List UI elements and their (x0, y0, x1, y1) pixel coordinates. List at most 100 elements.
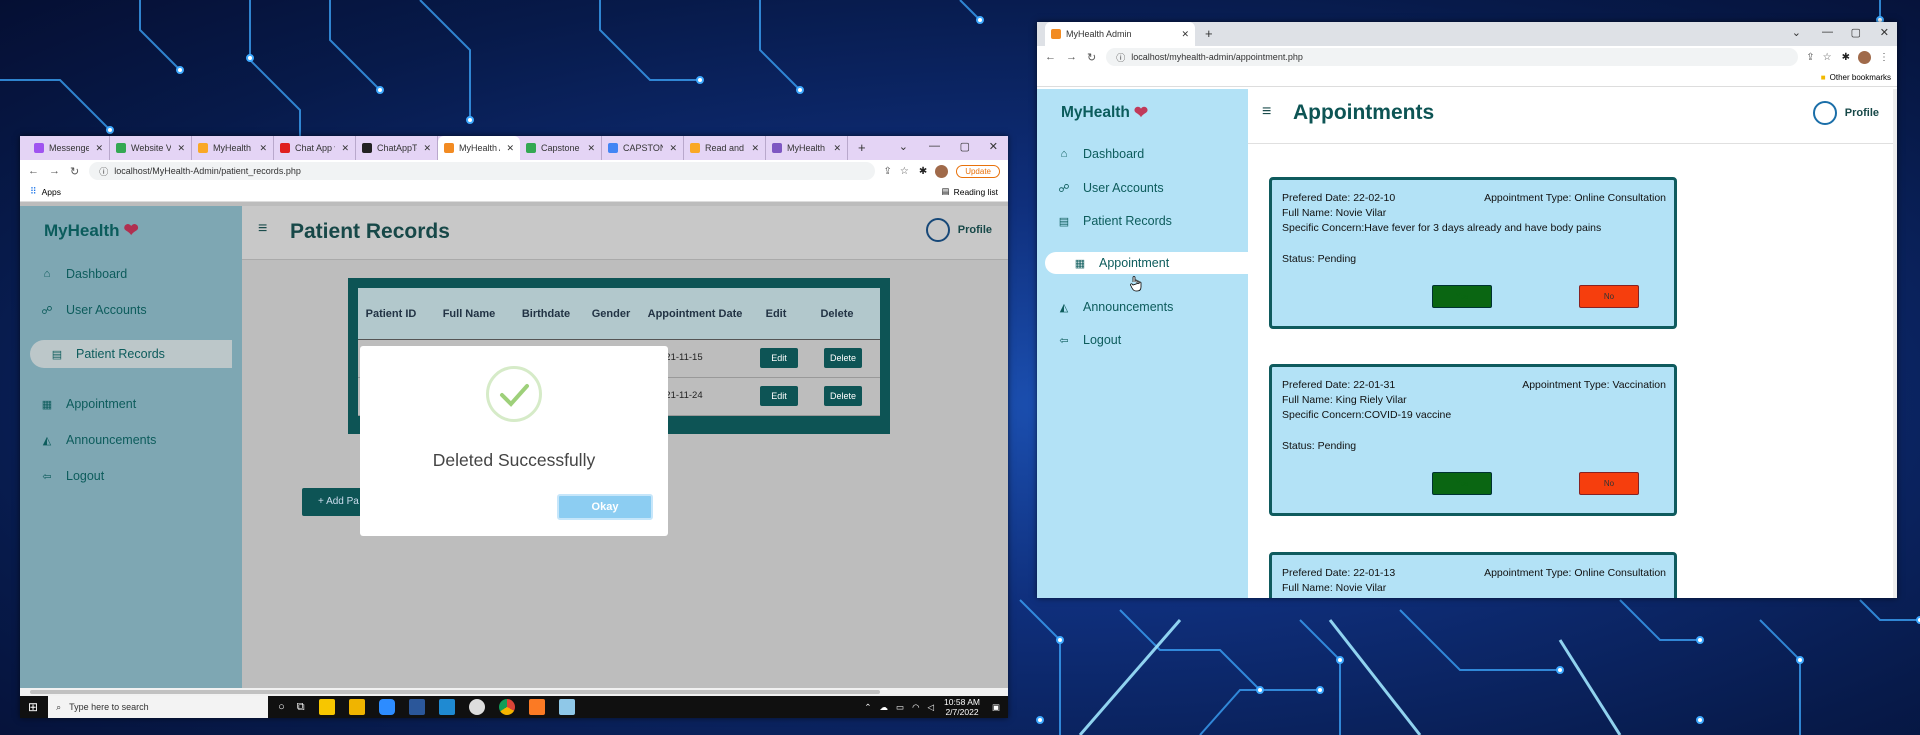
tab-3[interactable]: Chat App w✕ (274, 136, 356, 160)
forward-icon[interactable]: → (49, 165, 60, 177)
edit-button[interactable]: Edit (760, 348, 798, 368)
share-icon[interactable]: ⇪ (883, 166, 891, 177)
close-tab-icon[interactable]: ✕ (253, 143, 267, 154)
tab-4[interactable]: ChatAppTo ✕ (356, 136, 438, 160)
sidebar-item-dashboard[interactable]: ⌂ Dashboard (40, 260, 127, 288)
sticky-notes-icon[interactable] (318, 699, 335, 715)
notepad-icon[interactable] (558, 699, 575, 715)
hamburger-icon[interactable]: ≡ (258, 220, 267, 238)
back-icon[interactable]: ← (1045, 51, 1056, 63)
tab-2[interactable]: MyHealth ✕ (192, 136, 274, 160)
profile-button[interactable]: Profile (1812, 101, 1879, 125)
close-tab-icon[interactable]: ✕ (827, 143, 841, 154)
sidebar-item-announcements[interactable]: ◭ Announcements (1057, 296, 1174, 318)
sidebar-item-dashboard[interactable]: ⌂ Dashboard (1057, 143, 1144, 165)
tab-0[interactable]: Messenger ✕ (28, 136, 110, 160)
sidebar-item-announcements[interactable]: ◭ Announcements (40, 426, 157, 454)
tab-7[interactable]: CAPSTONE✕ (602, 136, 684, 160)
cortana-icon[interactable]: ○ (278, 701, 285, 713)
new-tab-button[interactable]: + (858, 136, 866, 160)
tab-myhealth-admin[interactable]: MyHealth Admin ✕ (1045, 22, 1195, 46)
sidebar-item-appointment[interactable]: ▦ Appointment (40, 390, 136, 418)
other-bookmarks-link[interactable]: Other bookmarks (1830, 73, 1891, 82)
extensions-icon[interactable]: ✱ (919, 166, 927, 177)
task-view-icon[interactable]: ⧉ (297, 701, 305, 714)
yes-button[interactable]: Yes (1432, 472, 1492, 495)
tab-6[interactable]: Capstone S✕ (520, 136, 602, 160)
delete-button[interactable]: Delete (824, 386, 862, 406)
new-tab-button[interactable]: + (1205, 22, 1213, 46)
apps-icon[interactable]: ⠿ (30, 186, 37, 197)
sidebar-item-logout[interactable]: ⇦ Logout (1057, 329, 1121, 351)
minimize-button[interactable]: — (929, 140, 940, 152)
reading-list-button[interactable]: ▤ Reading list (942, 186, 998, 197)
hamburger-icon[interactable]: ≡ (1262, 103, 1271, 121)
okay-button[interactable]: Okay (557, 494, 653, 520)
yes-button[interactable]: Yes (1432, 285, 1492, 308)
no-button[interactable]: No (1579, 472, 1639, 495)
clock[interactable]: 10:58 AM 2/7/2022 (944, 697, 980, 717)
minimize-button[interactable]: — (1822, 26, 1833, 38)
maximize-button[interactable]: ▢ (1851, 26, 1861, 39)
tab-9[interactable]: MyHealth : ✕ (766, 136, 848, 160)
sidebar-item-appointment[interactable]: ▦ Appointment (1045, 252, 1249, 274)
vscode-icon[interactable] (438, 699, 455, 715)
tab-1[interactable]: Website Vi ✕ (110, 136, 192, 160)
back-icon[interactable]: ← (28, 165, 39, 177)
tab-5[interactable]: MyHealth A ✕ (438, 136, 520, 160)
update-button[interactable]: Update (956, 164, 1000, 178)
delete-button[interactable]: Delete (824, 348, 862, 368)
tab-8[interactable]: Read and W✕ (684, 136, 766, 160)
wifi-icon[interactable]: ◠ (912, 702, 919, 713)
close-tab-icon[interactable]: ✕ (89, 143, 103, 154)
sidebar-item-logout[interactable]: ⇦ Logout (40, 462, 104, 490)
no-button[interactable]: No (1579, 285, 1639, 308)
menu-icon[interactable]: ⋮ (1879, 52, 1889, 63)
close-tab-icon[interactable]: ✕ (500, 143, 514, 154)
tab-search-icon[interactable]: ⌄ (1792, 26, 1801, 39)
reload-icon[interactable]: ↻ (1087, 51, 1096, 64)
url-field[interactable]: ⓘ localhost/MyHealth-Admin/patient_recor… (89, 162, 876, 180)
close-button[interactable]: ✕ (989, 140, 998, 153)
tab-search-icon[interactable]: ⌄ (899, 140, 908, 153)
sidebar-item-user-accounts[interactable]: ☍ User Accounts (40, 296, 146, 324)
taskbar-search-box[interactable]: ⌕ Type here to search (48, 696, 269, 718)
tray-chevron-icon[interactable]: ⌃ (864, 702, 871, 713)
close-tab-icon[interactable]: ✕ (335, 143, 349, 154)
onedrive-icon[interactable]: ☁ (880, 702, 889, 713)
volume-icon[interactable]: ◁ (928, 702, 935, 713)
horizontal-scrollbar[interactable] (20, 688, 1008, 696)
close-tab-icon[interactable]: ✕ (171, 143, 185, 154)
windows-start-icon[interactable]: ⊞ (28, 700, 38, 714)
close-button[interactable]: ✕ (1880, 26, 1889, 39)
close-tab-icon[interactable]: ✕ (417, 143, 431, 154)
forward-icon[interactable]: → (1066, 51, 1077, 63)
word-icon[interactable] (408, 699, 425, 715)
chrome-icon[interactable] (498, 699, 515, 715)
messenger-app-icon[interactable] (468, 699, 485, 715)
notifications-icon[interactable]: ▣ (992, 702, 1000, 713)
edit-button[interactable]: Edit (760, 386, 798, 406)
star-icon[interactable]: ☆ (900, 166, 909, 177)
apps-link[interactable]: Apps (42, 187, 61, 197)
extensions-icon[interactable]: ✱ (1842, 52, 1850, 63)
star-icon[interactable]: ☆ (1823, 52, 1832, 63)
reload-icon[interactable]: ↻ (70, 165, 79, 178)
profile-button[interactable]: Profile (925, 218, 992, 242)
sidebar-item-patient-records[interactable]: ▤ Patient Records (30, 340, 232, 368)
sidebar-item-user-accounts[interactable]: ☍ User Accounts (1057, 177, 1163, 199)
avatar[interactable] (935, 164, 949, 178)
close-tab-icon[interactable]: ✕ (745, 143, 759, 154)
close-tab-icon[interactable]: ✕ (581, 143, 595, 154)
sidebar-item-patient-records[interactable]: ▤ Patient Records (1057, 210, 1172, 232)
vertical-scrollbar[interactable] (1893, 89, 1897, 598)
file-explorer-icon[interactable] (348, 699, 365, 715)
xampp-icon[interactable] (528, 699, 545, 715)
battery-icon[interactable]: ▭ (896, 702, 904, 713)
share-icon[interactable]: ⇪ (1806, 52, 1814, 63)
url-field[interactable]: ⓘ localhost/myhealth-admin/appointment.p… (1106, 48, 1799, 66)
close-tab-icon[interactable]: ✕ (663, 143, 677, 154)
zoom-icon[interactable] (378, 699, 395, 715)
close-tab-icon[interactable]: ✕ (1175, 29, 1189, 40)
maximize-button[interactable]: ▢ (960, 140, 970, 153)
